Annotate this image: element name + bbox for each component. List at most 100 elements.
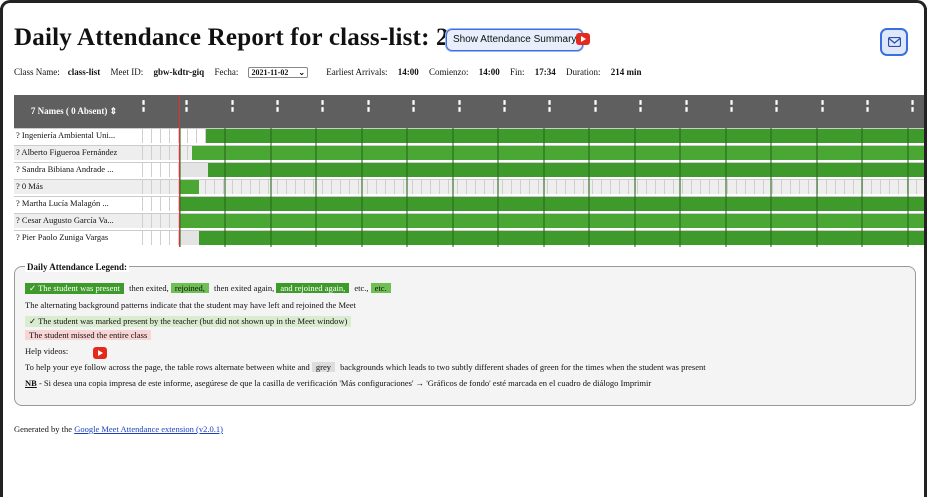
mail-icon [888,37,901,47]
time-tick: ▮▮ [909,99,915,113]
student-name[interactable]: ? Sandra Bibiana Andrade ... [16,164,134,174]
legend-etc-chip: etc. [370,283,391,293]
eye-follow-text-b: backgrounds which leads to two subtly di… [340,362,706,372]
present-segment [179,180,199,194]
attendance-cells [134,231,924,245]
legend-title: Daily Attendance Legend: [25,262,129,272]
extension-link[interactable]: Google Meet Attendance extension (v2.0.1… [74,424,223,434]
legend-then-exited-again: then exited again, [214,283,275,293]
help-videos-label: Help videos: [25,346,69,356]
hour-divider [725,128,727,247]
time-tick: ▮▮ [183,99,189,113]
meet-label: Meet ID: [110,67,144,77]
youtube-icon[interactable] [576,33,590,45]
time-tick: ▮▮ [229,99,235,113]
attendance-grid: 7 Names ( 0 Absent) ⇕ ▮▮ ▮▮ ▮▮ ▮▮ ▮▮ ▮▮ ▮▮ ▮▮ ▮▮… [14,95,924,247]
legend-then-exited: then exited, [129,283,169,293]
hour-divider [588,128,590,247]
hour-divider [816,128,818,247]
grid-header: 7 Names ( 0 Absent) ⇕ ▮▮ ▮▮ ▮▮ ▮▮ ▮▮ ▮▮ ▮▮ ▮▮ ▮▮… [14,95,924,128]
student-name[interactable]: ? Pier Paolo Zuniga Vargas [16,232,134,242]
date-select-value: 2021-11-02 [251,68,289,77]
class-value: class-list [67,67,101,77]
time-tick: ▮▮ [274,99,280,113]
time-tick: ▮▮ [456,99,462,113]
table-row: ? Cesar Augusto García Va... [14,213,924,228]
legend-grey-chip: grey [311,362,335,372]
hour-divider [543,128,545,247]
hour-divider [770,128,772,247]
meet-value: gbw-kdtr-giq [153,67,205,77]
date-select[interactable]: 2021-11-02 ⌄ [248,67,309,78]
fin-label: Fin: [510,67,525,77]
attendance-cells [134,129,924,143]
legend-etc: etc., [354,283,369,293]
hour-divider [361,128,363,247]
legend-rejoined-chip: rejoined, [170,283,209,293]
hour-divider [452,128,454,247]
legend-alternating: The alternating background patterns indi… [25,300,356,310]
attendance-cells [134,214,924,228]
window-frame-right [921,8,927,497]
time-tick: ▮▮ [410,99,416,113]
hour-divider [270,128,272,247]
nb-text: - Si desea una copia impresa de este inf… [38,378,652,388]
comienzo-value: 14:00 [478,67,500,77]
time-tick: ▮▮ [637,99,643,113]
table-row: ? Pier Paolo Zuniga Vargas [14,230,924,245]
time-tick: ▮▮ [592,99,598,113]
attendance-legend: Daily Attendance Legend: ✓ The student w… [14,262,916,406]
hour-divider [634,128,636,247]
attendance-cells [134,146,924,160]
table-row: ? Martha Lucía Malagón ... [14,196,924,211]
student-name[interactable]: ? 0 Más [16,181,134,191]
attendance-cells [134,163,924,177]
time-tick: ▮▮ [864,99,870,113]
table-row: ? 0 Más [14,179,924,194]
time-tick: ▮▮ [501,99,507,113]
hour-divider [497,128,499,247]
time-tick: ▮▮ [683,99,689,113]
student-name[interactable]: ? Martha Lucía Malagón ... [16,198,134,208]
absent-segment [179,231,199,245]
student-name[interactable]: ? Cesar Augusto García Va... [16,215,134,225]
legend-line-present: ✓ The student was present then exited, r… [25,283,394,294]
generated-by-text: Generated by the [14,424,73,434]
fin-value: 17:34 [534,67,556,77]
report-meta: Class Name: class-list Meet ID: gbw-kdtr-… [14,67,650,78]
email-button[interactable] [880,28,908,56]
legend-present-chip: ✓ The student was present [25,283,125,294]
time-tick: ▮▮ [140,99,146,113]
student-name[interactable]: ? Ingeniería Ambiental Uni... [16,130,134,140]
time-tick: ▮▮ [365,99,371,113]
table-row: ? Ingeniería Ambiental Uni... [14,128,924,143]
current-time-marker [179,95,180,247]
legend-missed: The student missed the entire class [25,330,152,340]
comienzo-label: Comienzo: [429,67,469,77]
hour-divider [907,128,909,247]
table-row: ? Alberto Figueroa Fernández [14,145,924,160]
absent-segment [179,163,208,177]
eye-follow-text-a: To help your eye follow across the page,… [25,362,310,372]
table-row: ? Sandra Bibiana Andrade ... [14,162,924,177]
legend-help-videos: Help videos: [25,346,68,356]
time-tick: ▮▮ [819,99,825,113]
hour-divider [315,128,317,247]
youtube-help-icon[interactable] [93,347,107,359]
present-segment [179,197,924,211]
time-tick: ▮▮ [319,99,325,113]
hour-divider [406,128,408,247]
names-header[interactable]: 7 Names ( 0 Absent) ⇕ [14,95,134,128]
present-segment [192,146,924,160]
present-segment [179,214,924,228]
student-name[interactable]: ? Alberto Figueroa Fernández [16,147,134,157]
legend-rejoined-again-chip: and rejoined again, [276,283,350,293]
hour-divider [224,128,226,247]
earliest-value: 14:00 [397,67,419,77]
names-header-label: 7 Names ( 0 Absent) [30,106,108,116]
time-tick: ▮▮ [728,99,734,113]
show-attendance-summary-button[interactable]: Show Attendance Summary [446,29,584,51]
legend-eye-follow: To help your eye follow across the page,… [25,362,706,372]
hour-divider [679,128,681,247]
legend-nb: NB - Si desea una copia impresa de este … [25,378,651,388]
